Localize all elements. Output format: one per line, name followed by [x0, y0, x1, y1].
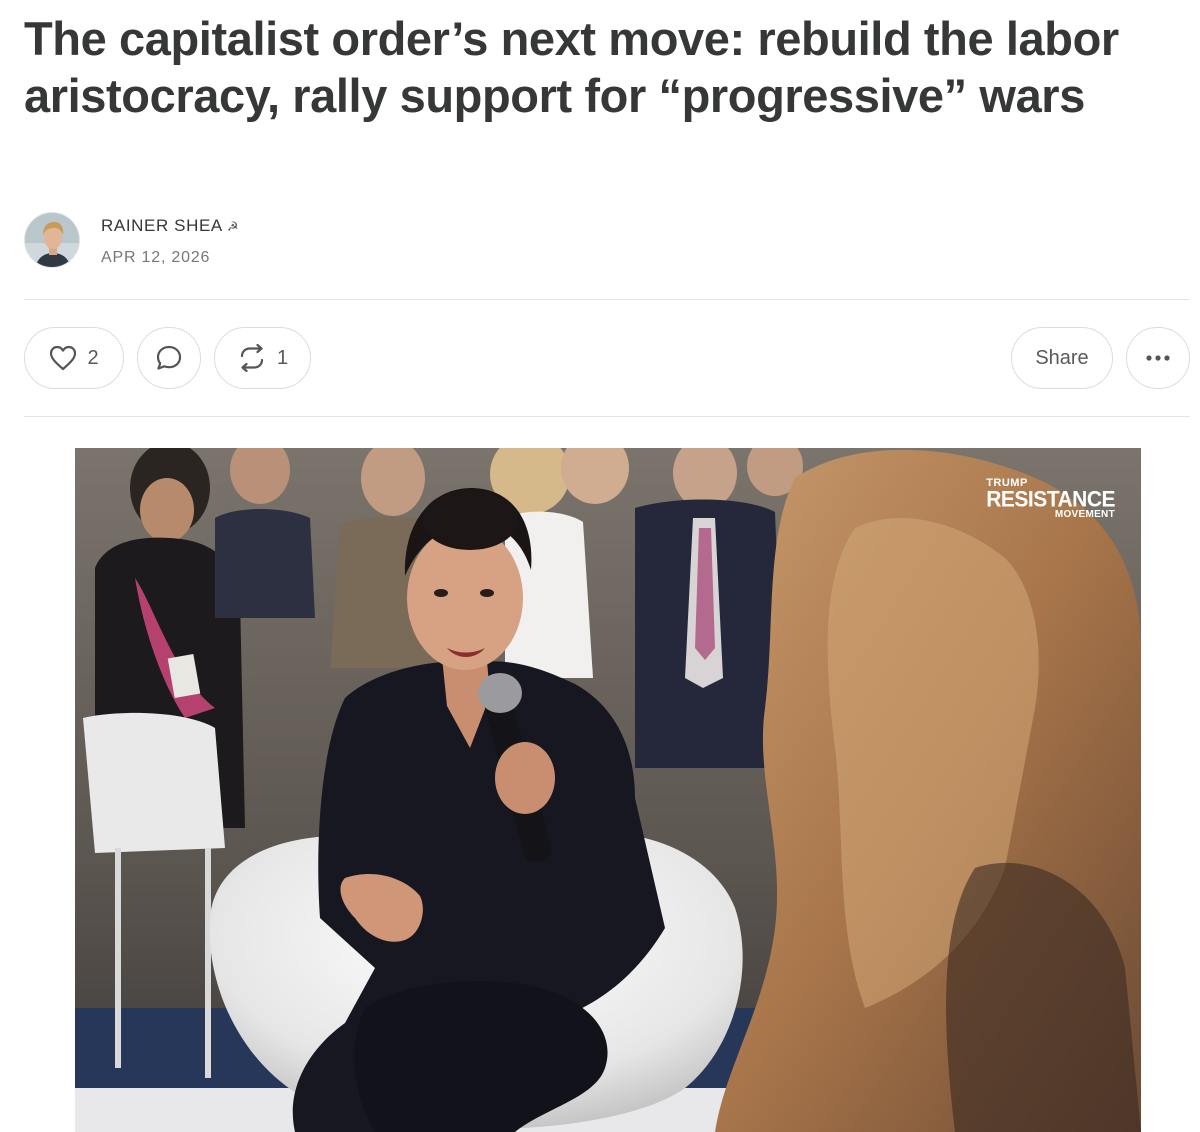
heart-icon [50, 345, 77, 371]
author-name-text: RAINER SHEA [101, 216, 223, 235]
watermark-logo: TRUMP RESISTANCE MOVEMENT [986, 478, 1115, 520]
restack-icon [240, 344, 264, 372]
restack-count: 1 [276, 346, 289, 369]
author-avatar[interactable] [24, 212, 80, 268]
comment-bubble-icon [156, 345, 182, 370]
hammer-sickle-icon: ☭ [226, 219, 240, 234]
hero-image[interactable]: TRUMP RESISTANCE MOVEMENT [75, 448, 1141, 1132]
post-title: The capitalist order’s next move: rebuil… [24, 12, 1119, 122]
like-count: 2 [87, 346, 99, 369]
divider-bottom [24, 416, 1190, 417]
share-label: Share [1035, 346, 1089, 369]
author-name[interactable]: RAINER SHEA ☭ [101, 216, 239, 236]
post-byline: RAINER SHEA ☭ APR 12, 2026 [24, 212, 624, 272]
more-options-button[interactable] [1126, 327, 1190, 389]
restack-button[interactable]: 1 [214, 327, 311, 389]
avatar-portrait [25, 213, 79, 267]
comment-button[interactable] [137, 327, 201, 389]
watermark-line2: RESISTANCE [986, 487, 1115, 512]
ellipsis-icon [1146, 355, 1170, 361]
post-date: APR 12, 2026 [101, 249, 211, 266]
hero-photo [75, 448, 1141, 1132]
post-page: The capitalist order’s next move: rebuil… [24, 0, 1190, 1132]
share-button[interactable]: Share [1011, 327, 1113, 389]
divider-top [24, 299, 1190, 300]
like-button[interactable]: 2 [24, 327, 124, 389]
